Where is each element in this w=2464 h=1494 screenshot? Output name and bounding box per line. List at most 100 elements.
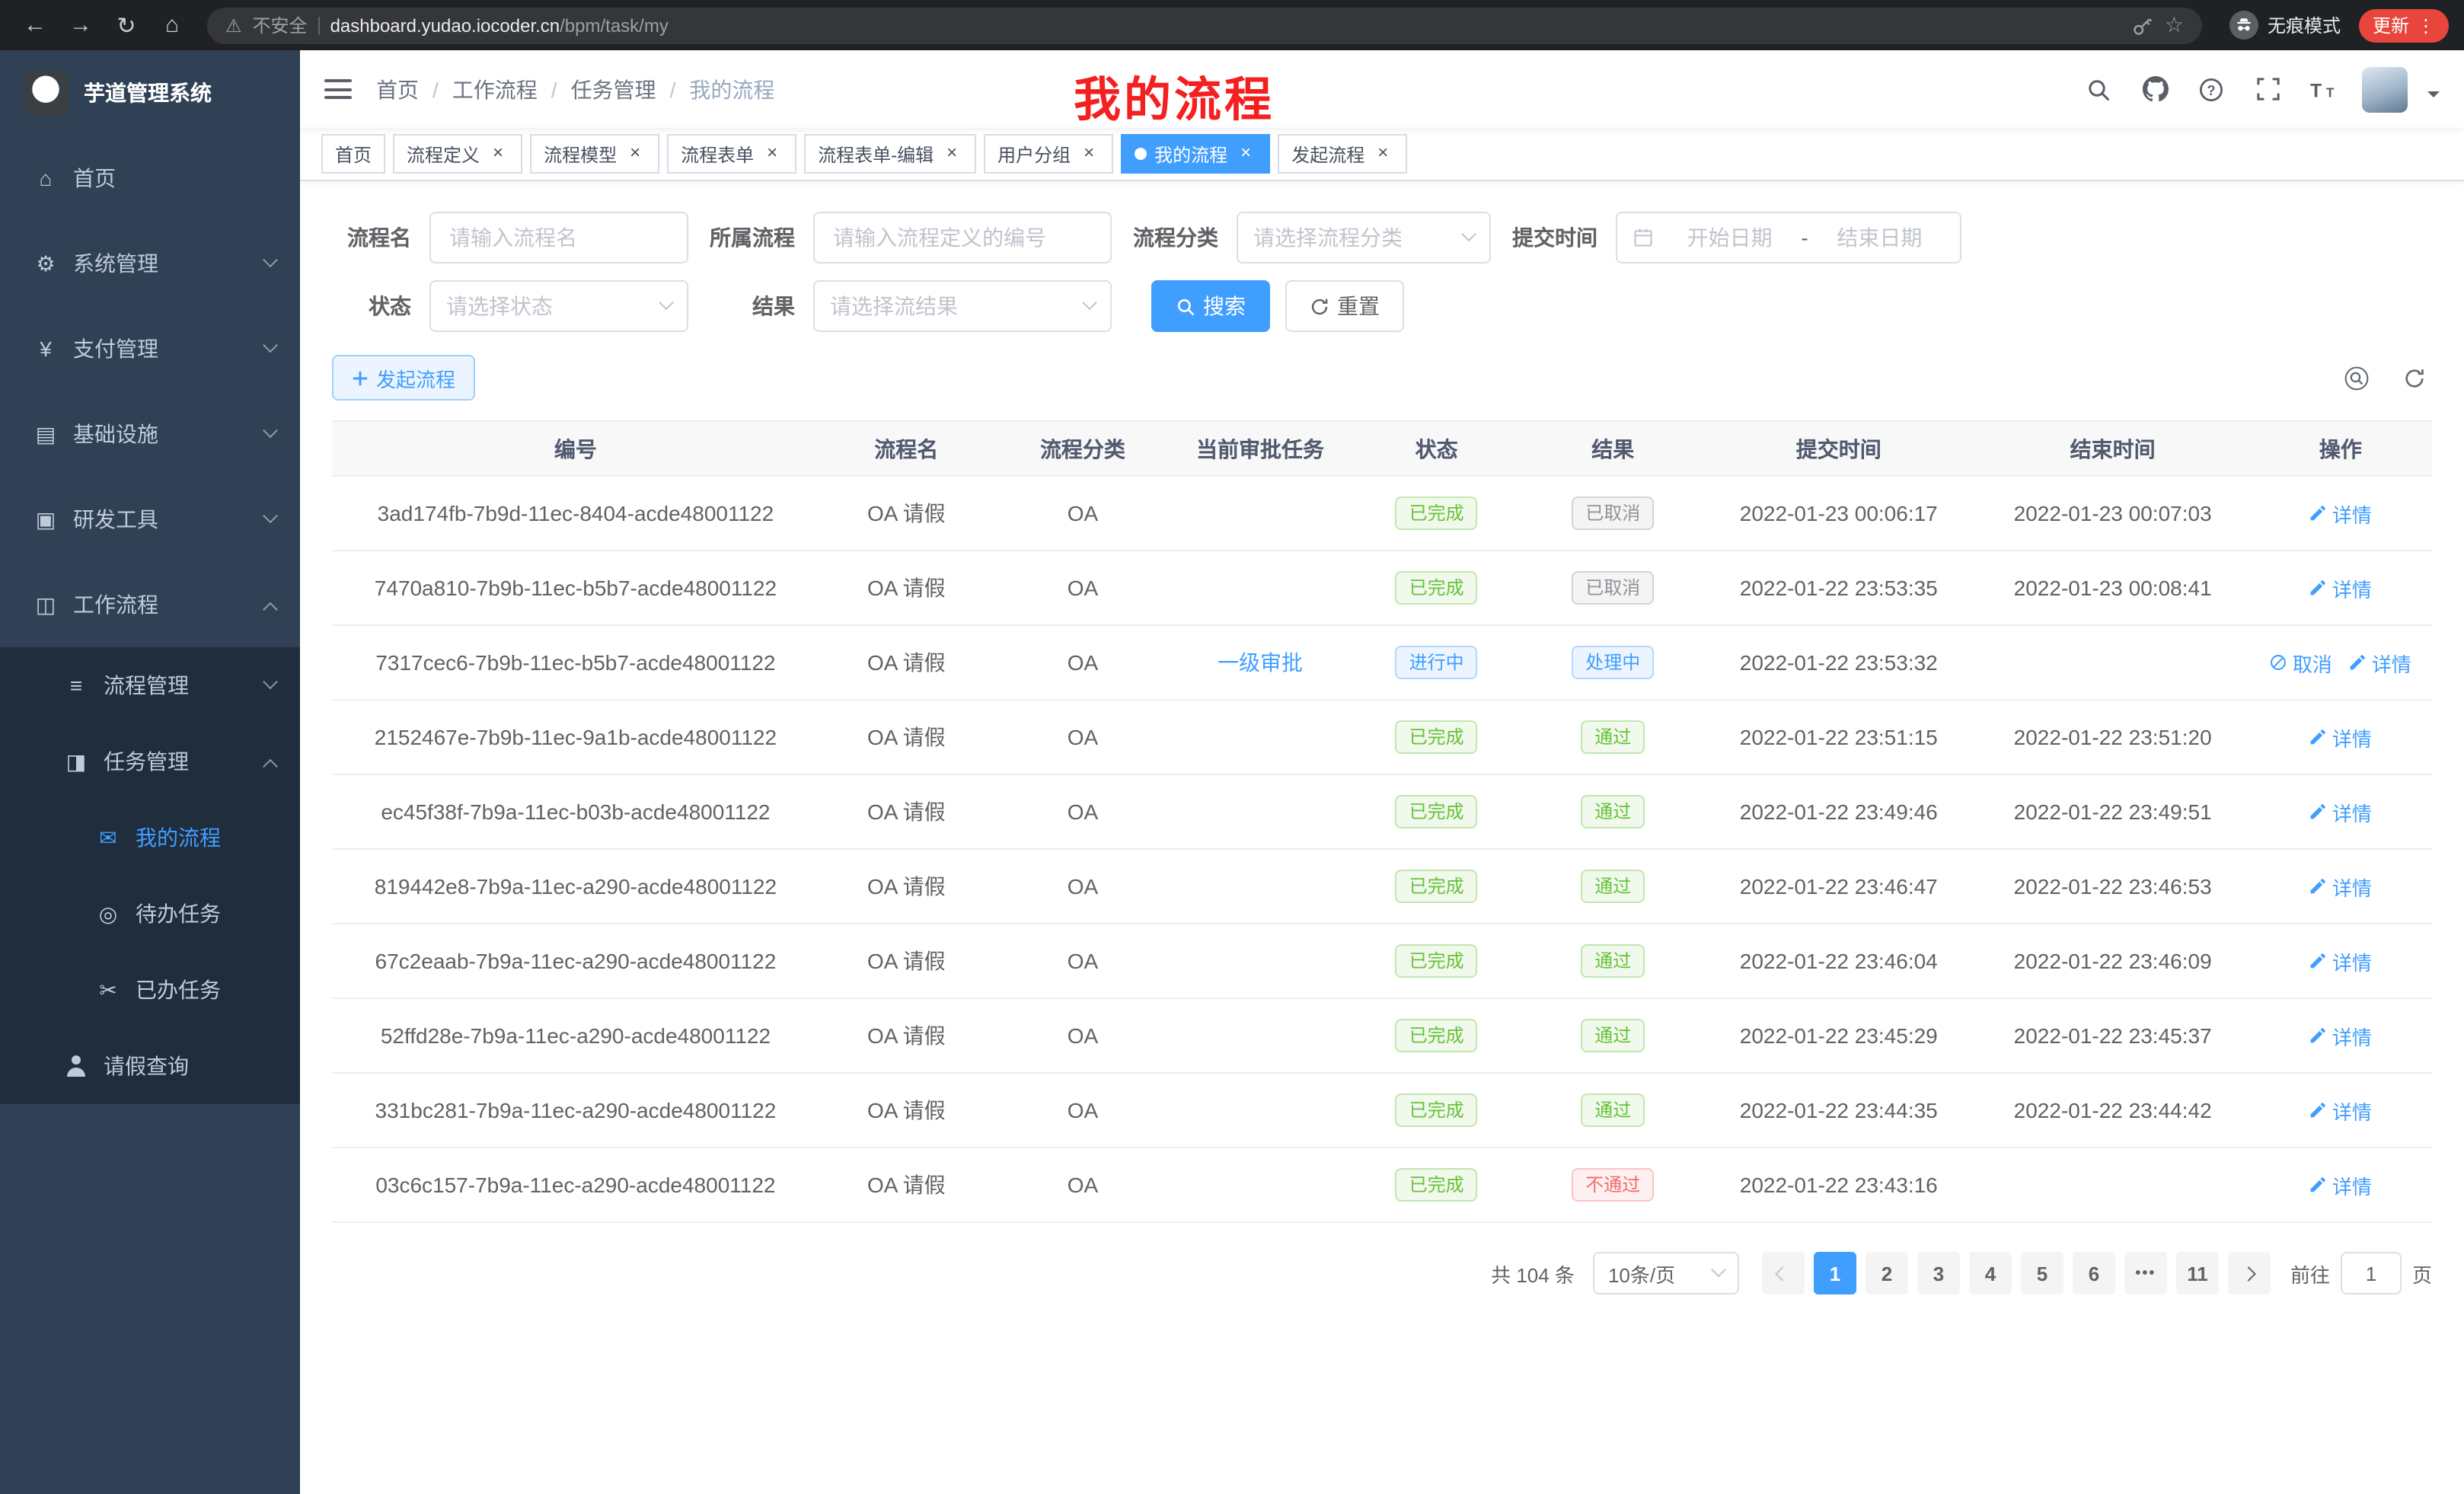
sidebar-item[interactable]: 工作流程 <box>0 562 300 647</box>
detail-link[interactable]: 详情 <box>2309 947 2372 975</box>
tab[interactable]: 用户分组 × <box>984 134 1113 174</box>
user-avatar[interactable] <box>2362 66 2408 112</box>
detail-link[interactable]: 详情 <box>2309 1021 2372 1050</box>
page-button[interactable]: 1 <box>1814 1252 1856 1294</box>
tab[interactable]: 流程表单-编辑 × <box>804 134 976 174</box>
breadcrumb-item[interactable]: 工作流程 <box>452 74 538 104</box>
browser-forward-icon[interactable]: → <box>61 5 101 45</box>
goto-page-input[interactable] <box>2341 1252 2402 1294</box>
browser-reload-icon[interactable]: ↻ <box>107 5 146 45</box>
bookmark-star-icon[interactable]: ☆ <box>2165 12 2184 38</box>
tab[interactable]: 我的流程 × <box>1121 134 1270 174</box>
detail-link[interactable]: 详情 <box>2309 1096 2372 1125</box>
reset-button-label: 重置 <box>1337 291 1380 321</box>
security-label[interactable]: 不安全 <box>253 12 308 38</box>
sidebar-item[interactable]: 待办任务 <box>0 876 300 952</box>
sidebar-toggle-icon[interactable] <box>324 79 352 99</box>
prev-page-button[interactable] <box>1762 1252 1805 1294</box>
github-icon[interactable] <box>2137 71 2173 107</box>
cell-result: 已取消 <box>1524 496 1701 530</box>
tab-close-icon[interactable]: × <box>624 143 646 164</box>
cell-process-id: 7317cec6-7b9b-11ec-b5b7-acde48001122 <box>332 650 819 675</box>
page-button[interactable]: 11 <box>2176 1252 2219 1294</box>
reset-button[interactable]: 重置 <box>1285 280 1404 332</box>
help-icon[interactable]: ? <box>2193 71 2229 107</box>
detail-link[interactable]: 详情 <box>2309 499 2372 528</box>
fullscreen-icon[interactable] <box>2249 71 2286 107</box>
tab-close-icon[interactable]: × <box>487 143 509 164</box>
address-bar[interactable]: ⚠ 不安全 dashboard.yudao.iocoder.cn/bpm/tas… <box>207 7 2202 43</box>
tab-close-icon[interactable]: × <box>761 143 783 164</box>
next-page-button[interactable] <box>2228 1252 2271 1294</box>
sidebar-item[interactable]: 基础设施 <box>0 391 300 477</box>
sidebar-menu: 首页 系统管理 支付管理 <box>0 136 300 1494</box>
tab[interactable]: 流程定义 × <box>393 134 522 174</box>
browser-home-icon[interactable]: ⌂ <box>152 5 192 45</box>
create-process-button[interactable]: 发起流程 <box>332 355 475 401</box>
table-row: 52ffd28e-7b9a-11ec-a290-acde48001122 OA … <box>332 999 2432 1074</box>
caret-down-icon[interactable] <box>2427 91 2440 103</box>
tab-close-icon[interactable]: × <box>1235 143 1256 164</box>
detail-link[interactable]: 详情 <box>2309 872 2372 901</box>
sidebar-item[interactable]: 首页 <box>0 136 300 221</box>
status-tag: 已完成 <box>1396 571 1478 605</box>
password-key-icon[interactable] <box>2133 14 2154 36</box>
tab-label: 流程定义 <box>407 141 480 167</box>
process-def-input-field[interactable] <box>830 224 1095 251</box>
page-button[interactable]: 4 <box>1969 1252 2012 1294</box>
status-select[interactable]: 请选择状态 <box>429 280 688 332</box>
sidebar-item[interactable]: 研发工具 <box>0 477 300 562</box>
search-button[interactable]: 搜索 <box>1151 280 1270 332</box>
sidebar-item[interactable]: 我的流程 <box>0 800 300 876</box>
chevron-icon <box>263 422 278 437</box>
breadcrumb-item[interactable]: 任务管理 <box>571 74 656 104</box>
cancel-link[interactable]: 取消 <box>2270 648 2332 677</box>
process-name-input[interactable] <box>429 212 688 263</box>
tab[interactable]: 流程模型 × <box>530 134 659 174</box>
result-select[interactable]: 请选择流结果 <box>813 280 1112 332</box>
breadcrumb-item[interactable]: 首页 <box>376 74 419 104</box>
current-task-link[interactable]: 一级审批 <box>1218 650 1303 675</box>
sidebar-item[interactable]: 请假查询 <box>0 1028 300 1104</box>
page-button[interactable]: ••• <box>2124 1252 2167 1294</box>
browser-update-button[interactable]: 更新 ⋮ <box>2359 8 2449 42</box>
page-button[interactable]: 5 <box>2021 1252 2063 1294</box>
browser-back-icon[interactable]: ← <box>15 5 55 45</box>
page-button[interactable]: 2 <box>1866 1252 1908 1294</box>
tab-close-icon[interactable]: × <box>1078 143 1100 164</box>
detail-link[interactable]: 详情 <box>2309 573 2372 602</box>
table-row: ec45f38f-7b9a-11ec-b03b-acde48001122 OA … <box>332 775 2432 850</box>
date-range-picker[interactable]: 开始日期 - 结束日期 <box>1616 212 1961 263</box>
sidebar-item[interactable]: 流程管理 <box>0 647 300 723</box>
sidebar-item[interactable]: 任务管理 <box>0 723 300 800</box>
refresh-icon[interactable] <box>2395 359 2432 396</box>
page-button[interactable]: 6 <box>2073 1252 2115 1294</box>
sidebar-item[interactable]: 已办任务 <box>0 952 300 1028</box>
category-select[interactable]: 请选择流程分类 <box>1237 212 1491 263</box>
detail-link[interactable]: 详情 <box>2309 1170 2372 1199</box>
font-size-icon[interactable]: TT <box>2306 71 2342 107</box>
toggle-search-icon[interactable] <box>2338 359 2374 396</box>
process-def-input[interactable] <box>813 212 1112 263</box>
breadcrumb-item[interactable]: 我的流程 <box>689 74 774 104</box>
filter-row-1: 流程名 所属流程 流程分类 请选择流程分类 提交时间 <box>332 210 2432 265</box>
tab-close-icon[interactable]: × <box>941 143 962 164</box>
column-header: 流程名 <box>819 433 994 464</box>
page-size-select[interactable]: 10条/页 <box>1593 1252 1739 1294</box>
todo-tasks-icon <box>94 902 122 926</box>
sidebar-item[interactable]: 支付管理 <box>0 306 300 391</box>
cell-actions: 详情 <box>2249 1096 2432 1125</box>
tab-close-icon[interactable]: × <box>1372 143 1393 164</box>
tab[interactable]: 首页 <box>321 134 385 174</box>
sidebar-item[interactable]: 系统管理 <box>0 221 300 306</box>
cell-end-time: 2022-01-22 23:44:42 <box>1976 1098 2249 1122</box>
page-button[interactable]: 3 <box>1917 1252 1960 1294</box>
detail-link[interactable]: 详情 <box>2349 648 2411 677</box>
browser-menu-icon[interactable]: ⋮ <box>2417 14 2435 36</box>
tab[interactable]: 发起流程 × <box>1278 134 1407 174</box>
detail-link[interactable]: 详情 <box>2309 723 2372 752</box>
process-name-input-field[interactable] <box>446 224 672 251</box>
detail-link[interactable]: 详情 <box>2309 797 2372 826</box>
tab[interactable]: 流程表单 × <box>667 134 796 174</box>
search-icon[interactable] <box>2080 71 2117 107</box>
